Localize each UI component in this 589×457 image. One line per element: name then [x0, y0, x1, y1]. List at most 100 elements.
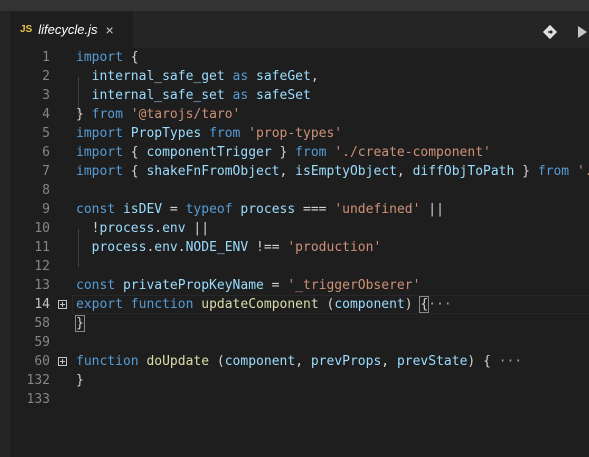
code-token: .	[154, 221, 163, 236]
code-line[interactable]: 3 internal_safe_set as safeSet	[10, 86, 589, 105]
code-token: isEmptyObject	[295, 164, 397, 179]
code-token: !	[76, 221, 100, 236]
code-token: './	[576, 164, 589, 179]
code-token: process	[240, 202, 296, 217]
code-line[interactable]: 2 internal_safe_get as safeGet,	[10, 67, 589, 86]
code-token: internal_safe_set	[91, 88, 225, 103]
activity-bar-edge	[0, 48, 10, 457]
line-number: 3	[42, 88, 50, 103]
line-number: 132	[26, 373, 50, 388]
code-token: function	[130, 297, 194, 312]
code-token: process	[91, 240, 147, 255]
code-token: './create-component'	[334, 145, 491, 160]
code-text: import {	[76, 48, 139, 67]
editor-window: JS lifecycle.js × 1 import {2 internal_sa…	[0, 0, 589, 457]
code-line[interactable]: 7 import { shakeFnFromObject, isEmptyObje…	[10, 162, 589, 181]
code-token: export	[76, 297, 123, 312]
code-line[interactable]: 1 import {	[10, 48, 589, 67]
code-token: component	[334, 297, 405, 312]
code-line[interactable]: 10 !process.env ||	[10, 219, 589, 238]
code-line[interactable]: 59	[10, 333, 589, 352]
code-text: const isDEV = typeof process === 'undefi…	[76, 200, 444, 219]
code-token: componentTrigger	[146, 145, 272, 160]
code-token: ,	[381, 354, 397, 369]
code-token: ,	[295, 354, 311, 369]
code-token: safeGet	[256, 69, 311, 84]
code-line[interactable]: 132}	[10, 371, 589, 390]
line-number: 7	[42, 164, 50, 179]
code-token: import	[76, 145, 123, 160]
code-line[interactable]: 5 import PropTypes from 'prop-types'	[10, 124, 589, 143]
code-token: !==	[248, 240, 288, 255]
tab-lifecycle-js[interactable]: JS lifecycle.js ×	[10, 11, 133, 48]
folded-ellipsis[interactable]: ···	[428, 297, 451, 312]
code-token: )	[467, 354, 484, 369]
javascript-file-icon: JS	[20, 24, 33, 35]
code-line[interactable]: 4} from '@tarojs/taro'	[10, 105, 589, 124]
line-number: 14	[34, 297, 50, 312]
code-editor[interactable]: 1 import {2 internal_safe_get as safeGet,…	[10, 48, 589, 457]
code-token: prevState	[396, 354, 468, 369]
code-token: =	[162, 202, 186, 217]
code-line[interactable]: 12	[10, 257, 589, 276]
code-token: from	[209, 126, 241, 141]
code-line[interactable]: 11 process.env.NODE_ENV !== 'production'	[10, 238, 589, 257]
line-number: 10	[34, 221, 50, 236]
code-token: )	[404, 297, 421, 312]
code-token: ===	[295, 202, 335, 217]
code-token: prevProps	[310, 354, 382, 369]
line-number: 2	[42, 69, 50, 84]
code-token: PropTypes	[130, 126, 202, 141]
code-token: updateComponent	[201, 297, 319, 312]
play-icon[interactable]	[572, 22, 589, 42]
code-token: 'undefined'	[334, 202, 421, 217]
code-token: ,	[396, 164, 413, 179]
code-line[interactable]: 58}	[10, 314, 589, 333]
code-token: =	[263, 278, 288, 293]
code-token: (	[209, 354, 225, 369]
code-token: shakeFnFromObject	[146, 164, 280, 179]
code-line[interactable]: 9 const isDEV = typeof process === 'undef…	[10, 200, 589, 219]
code-token: }	[522, 164, 530, 179]
code-text: const privatePropKeyName = '_triggerObse…	[76, 276, 420, 295]
code-token: env	[162, 221, 186, 236]
code-token: 'prop-types'	[248, 126, 343, 141]
close-icon[interactable]: ×	[105, 22, 113, 38]
line-number: 8	[42, 183, 50, 198]
line-number: 6	[42, 145, 50, 160]
code-line[interactable]: 13 const privatePropKeyName = '_triggerOb…	[10, 276, 589, 295]
code-line[interactable]: 133	[10, 390, 589, 409]
folded-ellipsis[interactable]: ···	[491, 354, 523, 369]
expand-fold-icon[interactable]	[58, 357, 67, 366]
code-token: {	[130, 50, 139, 65]
code-token: {	[130, 145, 139, 160]
line-number: 4	[42, 107, 50, 122]
line-number: 60	[34, 354, 50, 369]
code-token: doUpdate	[146, 354, 210, 369]
line-number: 59	[34, 335, 50, 350]
line-number: 12	[34, 259, 50, 274]
code-token: import	[76, 126, 123, 141]
code-token: {	[130, 164, 139, 179]
code-token: {	[483, 354, 491, 369]
code-token: }	[76, 373, 84, 388]
code-token: function	[76, 354, 139, 369]
code-line[interactable]: 14 export function updateComponent (compo…	[10, 295, 589, 314]
code-line[interactable]: 6 import { componentTrigger } from './cre…	[10, 143, 589, 162]
code-line[interactable]: 8	[10, 181, 589, 200]
code-token: import	[76, 164, 123, 179]
expand-fold-icon[interactable]	[58, 300, 67, 309]
code-text: import PropTypes from 'prop-types'	[76, 124, 342, 143]
line-number: 9	[42, 202, 50, 217]
compare-changes-icon[interactable]	[540, 22, 560, 42]
code-line[interactable]: 60 function doUpdate (component, prevProp…	[10, 352, 589, 371]
line-number: 11	[34, 240, 50, 255]
